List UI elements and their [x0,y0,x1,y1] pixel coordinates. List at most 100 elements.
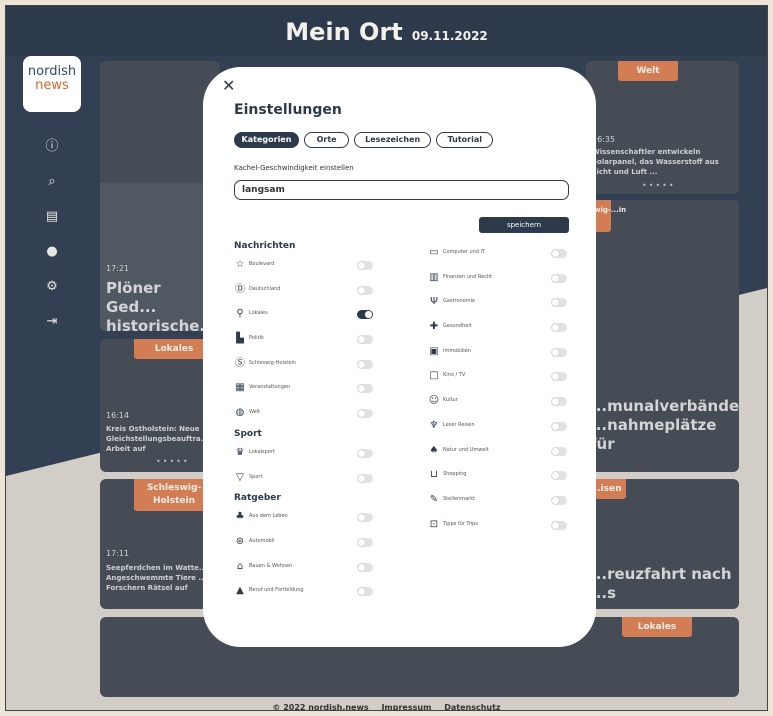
category-toggle[interactable] [551,273,567,283]
news-tile[interactable]: ...isen ...reuzfahrt nach ...s [586,479,739,609]
category-toggle[interactable] [551,323,567,333]
category-label: Veranstaltungen [249,384,291,391]
search-icon[interactable]: ⌕ [23,164,81,199]
category-label: Leser Reisen [443,421,475,428]
pen-icon: ✎ [429,493,439,505]
tv-icon: □ [429,370,439,382]
news-tile[interactable]: ...wig-...in ...munalverbände ...nahmepl… [586,200,739,472]
category-label: Politik [249,335,264,342]
category-toggle[interactable] [357,285,373,295]
logo-line-2: news [35,78,69,93]
category-column-right: ▭ Computer und IT ▥ Finanzen und Recht Ψ Ga… [428,242,573,538]
category-label: Beruf und Fortbildung [249,587,304,594]
tab-orte[interactable]: Orte [304,132,350,148]
page-title: Mein Ort 09.11.2022 [6,18,767,46]
category-toggle[interactable] [551,520,567,530]
category-toggle[interactable] [357,473,373,483]
news-tile[interactable]: Lokales 16:14 Kreis Ostholstein: Neue Gl… [100,339,220,472]
gear-icon[interactable]: ⚙ [23,269,81,304]
tile-snippet: Kreis Ostholstein: Neue Gleichstellungsb… [106,425,209,453]
category-row: ▙ Politik [234,328,374,353]
category-toggle[interactable] [551,446,567,456]
category-toggle[interactable] [357,448,373,458]
category-row: ☺ Kultur [428,390,573,415]
logo[interactable]: nordish news [23,56,81,112]
page-title-text: Mein Ort [285,18,403,46]
tile-pager: ••••• [642,181,676,190]
user-icon[interactable]: ● [23,234,81,269]
tab-tutorial[interactable]: Tutorial [436,132,494,148]
speed-select[interactable]: langsam [234,180,569,200]
category-row: ▣ Immobilien [428,341,573,366]
people-icon: ♣ [235,511,245,523]
category-row: Ⓢ Schleswig-Holstein [234,353,374,378]
category-toggle[interactable] [357,409,373,419]
category-row: ♣ Aus dem Leben [234,506,374,531]
category-label: Immobilien [443,347,471,354]
news-tile[interactable]: 17:21 Plöner Ged... historische... [100,61,220,331]
tab-lesezeichen[interactable]: Lesezeichen [354,132,432,148]
category-toggle[interactable] [357,562,373,572]
close-icon[interactable]: ✕ [222,76,235,95]
category-toggle[interactable] [357,537,373,547]
category-label: Finanzen und Recht [443,273,493,280]
category-label: Boulevard [249,261,275,267]
footer-impressum-link[interactable]: Impressum [381,703,431,710]
category-label: Lokalsport [249,448,275,455]
section-sport: Sport [234,428,262,439]
scroll-fade [203,607,596,647]
tile-tag: Schleswig-Holstein [134,479,214,511]
category-toggle[interactable] [357,335,373,345]
category-row: ♆ Leser Reisen [428,415,573,440]
category-toggle[interactable] [551,495,567,505]
category-row: ♠ Natur und Umwelt [428,440,573,465]
cutlery-icon: Ψ [430,296,438,308]
category-row: ✎ Stellenmarkt [428,489,573,514]
bar-chart-icon: ▥ [429,271,439,283]
sidebar: nordish news ⓘ ⌕ ▤ ● ⚙ ⇥ [23,56,81,339]
category-label: Stellenmarkt [443,495,476,502]
archive-icon[interactable]: ▤ [23,199,81,234]
category-toggle[interactable] [551,249,567,258]
tile-snippet: Wissenschaftler entwickeln Solarpanel, d… [592,148,719,176]
speed-label: Kachel-Geschwindigkeit einstellen [234,164,354,172]
category-toggle[interactable] [551,421,567,431]
category-toggle[interactable] [551,347,567,357]
category-toggle[interactable] [357,587,373,597]
info-icon[interactable]: ⓘ [23,129,81,164]
category-toggle[interactable] [551,298,567,308]
category-row: ▽ Sport [234,467,374,492]
category-toggle[interactable] [357,359,373,369]
category-label: Lokales [249,310,268,317]
category-row: ▦ Veranstaltungen [234,377,374,402]
category-toggle[interactable] [357,261,373,270]
tile-tag: Lokales [134,339,214,359]
tab-kategorien[interactable]: Kategorien [234,132,299,148]
wheel-icon: ⊛ [235,535,245,547]
news-tile[interactable]: Schleswig-Holstein 17:11 Seepferdchen im… [100,479,220,609]
page-date: 09.11.2022 [411,29,488,43]
tile-tag: Lokales [622,617,692,637]
category-toggle[interactable] [357,310,373,320]
category-label: Natur und Umwelt [443,446,489,453]
news-tile[interactable]: Welt 16:35 Wissenschaftler entwickeln So… [586,61,739,194]
category-row: Ψ Gastronomie [428,291,573,316]
category-toggle[interactable] [357,513,373,523]
section-ratgeber: Ratgeber [234,493,281,504]
category-toggle[interactable] [551,397,567,407]
plus-icon: ✚ [429,321,439,333]
category-toggle[interactable] [551,372,567,382]
category-label: Deutschland [249,285,281,292]
category-label: Gastronomie [443,298,476,305]
category-row: Ⓓ Deutschland [234,279,374,304]
save-button[interactable]: speichern [479,217,569,233]
section-nachrichten: Nachrichten [234,241,296,251]
logout-icon[interactable]: ⇥ [23,304,81,339]
category-toggle[interactable] [357,384,373,394]
tile-headline: ...munalverbände ...nahmeplätze für [590,397,739,453]
d-circle-icon: Ⓓ [235,283,245,295]
footer-datenschutz-link[interactable]: Datenschutz [444,703,500,710]
pin-icon: ⚲ [236,308,244,320]
category-toggle[interactable] [551,471,567,481]
category-label: Schleswig-Holstein [249,359,297,366]
